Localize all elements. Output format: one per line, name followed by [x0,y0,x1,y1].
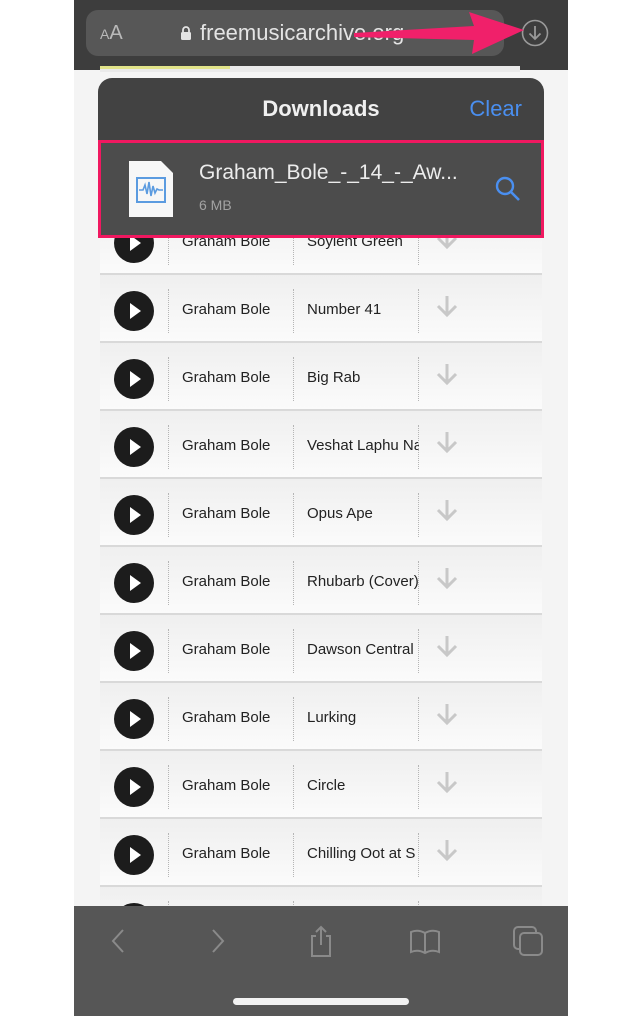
download-circle-icon[interactable] [521,19,549,47]
download-arrow-icon[interactable] [434,837,460,863]
text-size-button[interactable]: AA [100,22,123,45]
back-icon[interactable] [102,924,136,958]
clear-button[interactable]: Clear [469,96,522,122]
column-divider [293,289,294,333]
play-button[interactable] [114,563,154,603]
download-arrow-icon[interactable] [434,565,460,591]
column-divider [418,561,419,605]
column-divider [293,765,294,809]
download-arrow-icon[interactable] [434,701,460,727]
track-row: Graham Bole Number 41 [100,275,542,343]
column-divider [168,629,169,673]
page-strip [100,66,520,72]
download-arrow-icon[interactable] [434,429,460,455]
play-button[interactable] [114,767,154,807]
lock-icon [181,26,191,40]
track-title[interactable]: Opus Ape [307,505,419,522]
url-text[interactable]: freemusicarchive.org [200,20,404,46]
column-divider [168,697,169,741]
column-divider [418,425,419,469]
track-title[interactable]: Chilling Oot at S [307,845,419,862]
browser-top-bar: AA freemusicarchive.org [74,0,568,72]
column-divider [293,425,294,469]
track-artist[interactable]: Graham Bole [182,777,270,794]
bookmarks-icon[interactable] [408,924,442,958]
track-artist[interactable]: Graham Bole [182,641,270,658]
download-arrow-icon[interactable] [434,497,460,523]
column-divider [293,561,294,605]
track-artist[interactable]: Graham Bole [182,709,270,726]
play-button[interactable] [114,359,154,399]
download-arrow-icon[interactable] [434,633,460,659]
track-row: Graham Bole Circle [100,751,542,819]
play-button[interactable] [114,427,154,467]
play-button[interactable] [114,699,154,739]
track-row: Graham Bole Lurking [100,683,542,751]
phone-screen: Graham Bole Soylent Green Graham Bole Numbe… [74,0,568,1016]
play-button[interactable] [114,835,154,875]
track-title[interactable]: Dawson Central [307,641,419,658]
column-divider [293,493,294,537]
column-divider [418,493,419,537]
track-title[interactable]: Number 41 [307,301,419,318]
track-row: Graham Bole Chilling Oot at S [100,819,542,887]
browser-toolbar [74,906,568,1016]
audio-file-icon [129,161,173,217]
track-list: Graham Bole Soylent Green Graham Bole Numbe… [100,207,542,955]
track-row: Graham Bole Big Rab [100,343,542,411]
track-row: Graham Bole Veshat Laphu Na [100,411,542,479]
column-divider [168,493,169,537]
column-divider [293,697,294,741]
track-row: Graham Bole Rhubarb (Cover) [100,547,542,615]
tabs-icon[interactable] [511,924,545,958]
column-divider [293,833,294,877]
track-row: Graham Bole Opus Ape [100,479,542,547]
download-file-size: 6 MB [199,197,232,213]
column-divider [293,357,294,401]
track-artist[interactable]: Graham Bole [182,437,270,454]
track-row: Graham Bole Dawson Central [100,615,542,683]
column-divider [168,357,169,401]
column-divider [418,765,419,809]
download-item[interactable]: Graham_Bole_-_14_-_Aw... 6 MB [98,140,544,238]
track-artist[interactable]: Graham Bole [182,845,270,862]
track-artist[interactable]: Graham Bole [182,301,270,318]
column-divider [168,425,169,469]
download-arrow-icon[interactable] [434,293,460,319]
track-title[interactable]: Lurking [307,709,419,726]
play-button[interactable] [114,291,154,331]
share-icon[interactable] [304,924,338,958]
track-artist[interactable]: Graham Bole [182,505,270,522]
track-title[interactable]: Veshat Laphu Na [307,437,419,454]
column-divider [168,765,169,809]
column-divider [168,833,169,877]
column-divider [168,561,169,605]
column-divider [418,697,419,741]
magnifier-icon[interactable] [494,175,522,203]
column-divider [418,289,419,333]
play-button[interactable] [114,631,154,671]
play-button[interactable] [114,495,154,535]
downloads-popover: Downloads Clear Graham_Bole_-_14_-_Aw...… [98,78,544,238]
download-file-name: Graham_Bole_-_14_-_Aw... [199,161,458,184]
column-divider [418,833,419,877]
track-artist[interactable]: Graham Bole [182,369,270,386]
track-title[interactable]: Rhubarb (Cover) [307,573,419,590]
forward-icon[interactable] [200,924,234,958]
track-title[interactable]: Circle [307,777,419,794]
download-arrow-icon[interactable] [434,769,460,795]
home-indicator[interactable] [233,998,409,1005]
track-artist[interactable]: Graham Bole [182,573,270,590]
address-bar[interactable]: AA freemusicarchive.org [86,10,504,56]
column-divider [418,629,419,673]
column-divider [168,289,169,333]
track-title[interactable]: Big Rab [307,369,419,386]
column-divider [418,357,419,401]
column-divider [293,629,294,673]
download-arrow-icon[interactable] [434,361,460,387]
